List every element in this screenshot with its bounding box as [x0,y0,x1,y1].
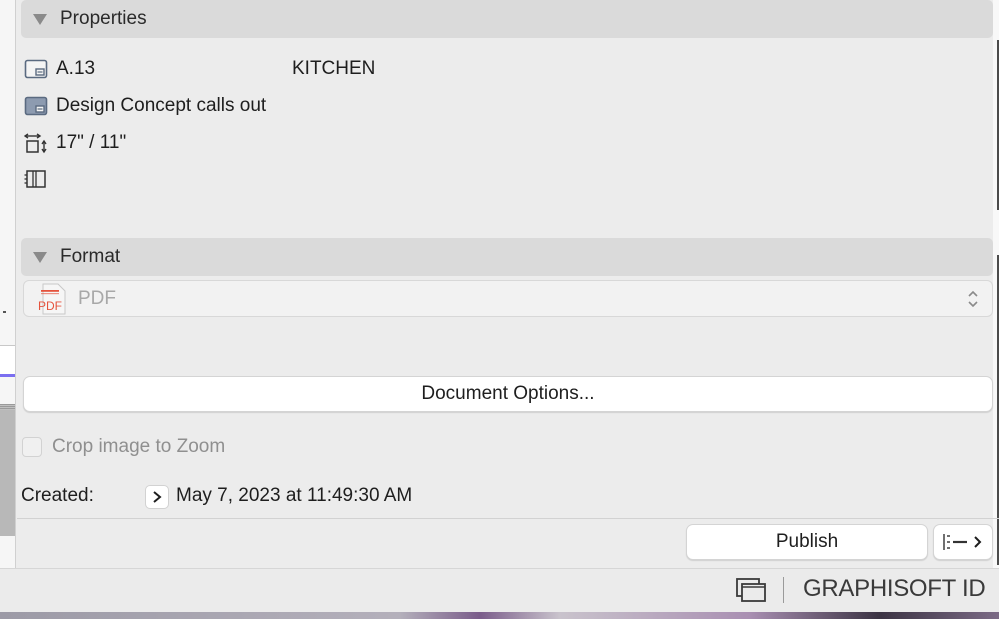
property-binding-row [24,166,56,192]
edge-mark [3,311,6,313]
properties-header-label: Properties [60,8,147,29]
layout-id-icon [24,59,48,79]
property-book-row: Design Concept calls out [24,93,266,119]
status-separator [783,577,784,603]
chevron-right-icon [153,491,162,503]
status-bar: GRAPHISOFT ID [0,568,999,613]
actions-divider [17,518,999,519]
crop-image-option[interactable]: Crop image to Zoom [22,436,225,458]
crop-image-checkbox[interactable] [22,437,42,457]
background-desktop-strip [0,612,999,619]
right-window-edge [993,0,999,570]
svg-text:PDF: PDF [38,299,62,313]
format-header-label: Format [60,246,121,267]
document-options-button[interactable]: Document Options... [23,376,993,412]
paper-size-icon [24,133,47,154]
publish-options-button[interactable] [933,524,993,560]
book-binding-icon [24,170,46,188]
updown-chevron-icon [968,290,978,308]
paper-size-value: 17" / 11" [56,132,127,153]
format-select[interactable]: PDF PDF [23,280,993,317]
created-expand-button[interactable] [145,485,169,509]
disclosure-triangle-icon[interactable] [33,13,47,25]
layout-book-name: Design Concept calls out [56,95,267,116]
edge-scroll-grip [0,404,15,410]
format-select-value: PDF [78,287,116,309]
property-paper-size-row: 17" / 11" [24,130,126,156]
created-date: May 7, 2023 at 11:49:30 AM [176,485,413,506]
property-layout-id-row: A.13 KITCHEN [24,56,375,82]
graphisoft-id-button[interactable]: GRAPHISOFT ID [803,575,986,603]
layout-name: KITCHEN [292,58,376,79]
layout-id: A.13 [56,58,96,79]
crop-image-label: Crop image to Zoom [52,436,226,457]
pdf-file-icon: PDF [38,283,66,314]
edge-accent-line [0,374,15,377]
disclosure-triangle-icon[interactable] [33,251,47,263]
publish-button[interactable]: Publish [686,524,928,560]
format-section-header[interactable]: Format [21,238,993,276]
left-adjacent-window-edge [0,0,16,570]
edge-field [0,345,15,376]
publish-options-icon [943,534,982,550]
layout-book-icon [24,96,48,116]
properties-section-header[interactable]: Properties [21,0,993,38]
edge-scroll-region [0,404,15,536]
created-label: Created: [21,485,94,506]
windows-icon[interactable] [735,577,767,603]
